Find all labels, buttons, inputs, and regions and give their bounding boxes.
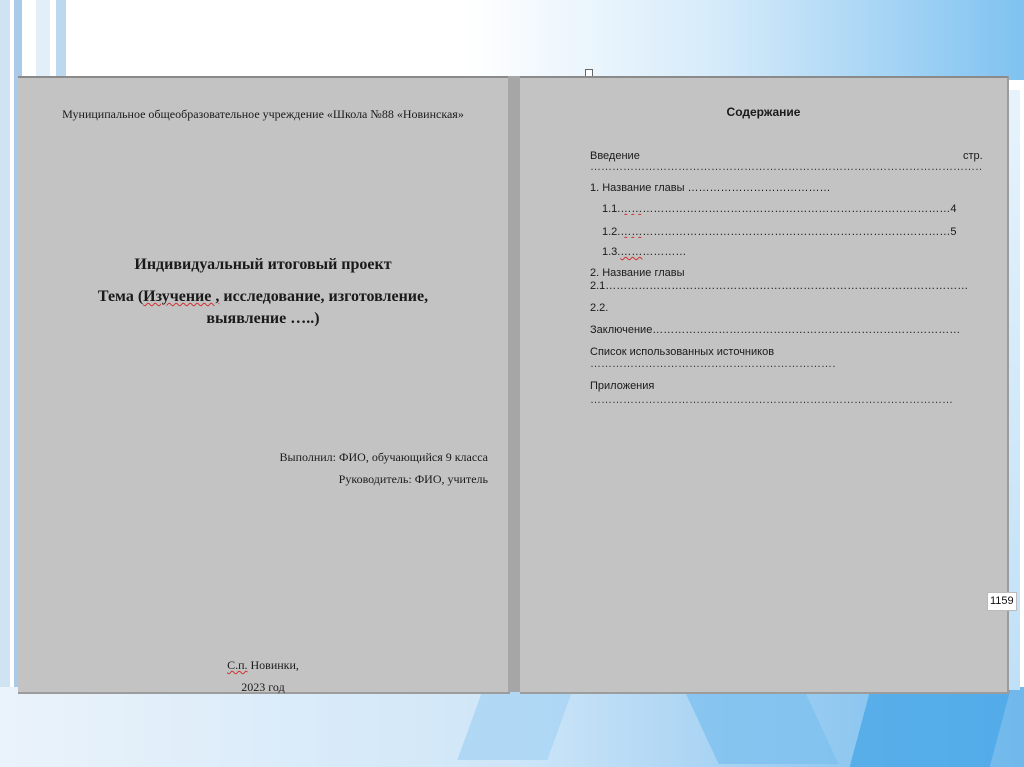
- toc-appendix-label: Приложения: [590, 380, 655, 392]
- contents-page: Содержание Введение стр. …………………………………………: [520, 76, 1009, 694]
- section-wavy-dots: ……: [620, 203, 643, 215]
- theme-rest: исследование, изготовление, выявление ….…: [206, 288, 429, 327]
- place-rest: Новинки,: [247, 658, 299, 672]
- toc-chapter-1: 1. Название главы …………………………………: [590, 182, 831, 194]
- theme-prefix: Тема (: [97, 288, 144, 305]
- toc-appendix-dots: ………………………………………………………………………………………: [590, 394, 953, 406]
- section-wavy-dots: ……: [620, 226, 643, 238]
- supervisor-line: Руководитель: ФИО, учитель: [338, 472, 488, 486]
- toc-section-2-2: 2.2.: [590, 302, 609, 314]
- place-abbr: С.п.: [227, 658, 248, 672]
- background-stripe: [0, 0, 10, 767]
- title-page: Муниципальное общеобразовательное учрежд…: [18, 76, 510, 694]
- performer-line: Выполнил: ФИО, обучающийся 9 класса: [279, 450, 488, 464]
- toc-section-1-2: 1.2.………………………………………………………………………………5: [602, 226, 982, 238]
- toc-section-1-3: 1.3.………………: [602, 246, 686, 258]
- section-number: 1.2.: [602, 226, 621, 238]
- place-line: С.п. Новинки,: [18, 658, 508, 673]
- school-name: Муниципальное общеобразовательное учрежд…: [18, 107, 508, 122]
- school-name-text: Муниципальное общеобразовательное учрежд…: [62, 107, 464, 121]
- toc-conclusion: Заключение…………………………………………………………………………: [590, 324, 961, 336]
- section-wavy-dots: ……: [620, 246, 643, 258]
- theme-wavy-word: Изучение ,: [143, 288, 220, 305]
- toc-sources-dots: ……………………………………………………………: [590, 358, 835, 370]
- toc-intro-dots: ……………………………………………………………………………………………….3: [590, 161, 982, 173]
- toc-section-2-1: 2.1………………………………………………………………………………………: [590, 280, 969, 292]
- section-dots: …………………………………………………………………………4: [642, 203, 957, 215]
- contents-heading: Содержание: [726, 105, 801, 119]
- toc-section-1-1: 1.1.………………………………………………………………………………4: [602, 203, 982, 215]
- page-number-indicator: 1159: [987, 592, 1017, 611]
- page-gutter: [508, 76, 520, 692]
- background-gradient-top: [464, 0, 1024, 80]
- section-number: 1.1.: [602, 203, 621, 215]
- section-dots: …………: [642, 246, 687, 258]
- section-dots: …………………………………………………………………………5: [642, 226, 957, 238]
- background-shard: [849, 690, 1011, 767]
- year-line: 2023 год: [241, 680, 285, 694]
- project-title: Индивидуальный итоговый проект: [134, 256, 392, 273]
- toc-sources-label: Список использованных источников: [590, 346, 775, 358]
- toc-chapter-2: 2. Название главы: [590, 267, 685, 279]
- section-number: 1.3.: [602, 246, 621, 258]
- project-theme: Тема (Изучение , исследование, изготовле…: [58, 286, 468, 330]
